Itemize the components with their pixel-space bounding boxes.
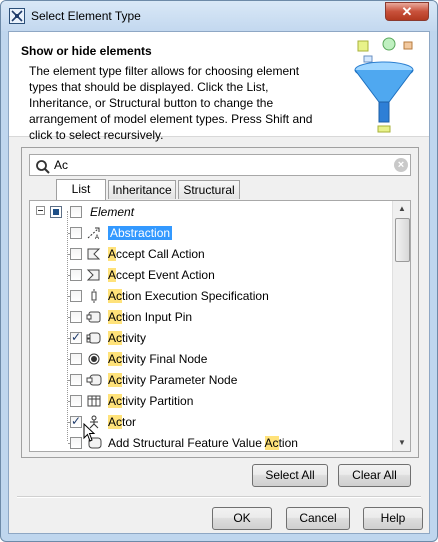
- row-checkbox[interactable]: [70, 330, 82, 344]
- row-checkbox[interactable]: [70, 437, 82, 449]
- tab-structural[interactable]: Structural: [178, 180, 240, 199]
- accept-event-action-icon: [86, 269, 100, 281]
- row-checkbox[interactable]: [70, 353, 82, 365]
- select-element-type-dialog: Select Element Type ✕ Show or hide eleme…: [0, 0, 438, 542]
- action-input-pin-icon: [86, 311, 101, 323]
- row-checkbox[interactable]: [70, 290, 82, 302]
- row-checkbox[interactable]: [70, 395, 82, 407]
- close-icon: ✕: [401, 4, 413, 19]
- action-execution-specification-icon: [91, 289, 97, 303]
- row-label: Action Input Pin: [108, 310, 193, 324]
- tree-row[interactable]: Action Execution Specification: [30, 286, 392, 307]
- root-checkbox[interactable]: [70, 206, 82, 218]
- row-label: Accept Event Action: [108, 268, 215, 282]
- clear-search-icon[interactable]: ×: [394, 158, 408, 172]
- title-bar[interactable]: Select Element Type ✕: [1, 1, 437, 31]
- window-title: Select Element Type: [31, 9, 141, 23]
- footer-separator: [17, 496, 421, 498]
- tree-row[interactable]: Activity: [30, 328, 392, 349]
- tree-row[interactable]: Activity Partition: [30, 391, 392, 412]
- header-title: Show or hide elements: [21, 44, 152, 58]
- tree-row[interactable]: Action Input Pin: [30, 307, 392, 328]
- header-description: The element type filter allows for choos…: [29, 64, 313, 142]
- row-checkbox[interactable]: [70, 311, 82, 323]
- scroll-up-arrow-icon[interactable]: ▲: [393, 201, 410, 217]
- close-button[interactable]: ✕: [385, 2, 429, 21]
- mouse-cursor-icon: [83, 423, 96, 442]
- cancel-button[interactable]: Cancel: [286, 507, 350, 530]
- row-label: Actor: [108, 415, 137, 429]
- element-type-tree: Element A Abstraction Accept Call Action: [29, 200, 411, 452]
- ok-button[interactable]: OK: [212, 507, 272, 530]
- select-all-button[interactable]: Select All: [252, 464, 328, 487]
- tab-inheritance[interactable]: Inheritance: [108, 180, 176, 199]
- row-checkbox[interactable]: [70, 227, 82, 239]
- app-icon: [9, 8, 25, 24]
- tree-row[interactable]: Accept Call Action: [30, 244, 392, 265]
- help-button[interactable]: Help: [363, 507, 423, 530]
- row-checkbox[interactable]: [70, 269, 82, 281]
- scroll-thumb[interactable]: [395, 218, 410, 262]
- row-label: Activity Parameter Node: [108, 373, 238, 387]
- tree-row[interactable]: Activity Final Node: [30, 349, 392, 370]
- row-label: Action Execution Specification: [108, 289, 269, 303]
- element-filter-panel: × List Inheritance Structural Element: [21, 147, 419, 458]
- tree-scrollbar[interactable]: ▲ ▼: [392, 201, 410, 451]
- activity-final-node-icon: [88, 353, 100, 365]
- tree-row-root[interactable]: Element: [30, 202, 392, 223]
- tree-row[interactable]: A Abstraction: [30, 223, 392, 244]
- clear-all-button[interactable]: Clear All: [338, 464, 411, 487]
- tab-list[interactable]: List: [56, 179, 106, 200]
- row-label: Accept Call Action: [108, 247, 205, 261]
- row-checkbox[interactable]: [70, 248, 82, 260]
- search-icon: [36, 160, 50, 174]
- dialog-body: Show or hide elements The element type f…: [8, 31, 430, 534]
- svg-text:A: A: [95, 235, 99, 240]
- tree-row[interactable]: Activity Parameter Node: [30, 370, 392, 391]
- row-label: Add Structural Feature Value Action: [108, 436, 298, 450]
- row-label: Activity Partition: [108, 394, 194, 408]
- collapse-toggle[interactable]: [36, 206, 45, 215]
- activity-icon: [86, 332, 101, 344]
- row-label: Activity: [108, 331, 147, 345]
- dialog-header: Show or hide elements The element type f…: [9, 32, 429, 142]
- abstraction-icon: A: [87, 227, 100, 240]
- row-label: Activity Final Node: [108, 352, 208, 366]
- filter-funnel-icon: [354, 37, 414, 133]
- accept-call-action-icon: [87, 248, 101, 260]
- search-box[interactable]: ×: [29, 154, 411, 176]
- row-label: Abstraction: [108, 226, 173, 240]
- root-label: Element: [90, 205, 135, 219]
- row-checkbox[interactable]: [70, 374, 82, 386]
- tree-row[interactable]: Accept Event Action: [30, 265, 392, 286]
- scroll-down-arrow-icon[interactable]: ▼: [393, 435, 410, 451]
- row-checkbox[interactable]: [70, 414, 82, 428]
- activity-partition-icon: [87, 395, 101, 407]
- search-input[interactable]: [54, 157, 384, 173]
- root-partial-checkbox[interactable]: [50, 206, 62, 218]
- activity-parameter-node-icon: [86, 374, 102, 386]
